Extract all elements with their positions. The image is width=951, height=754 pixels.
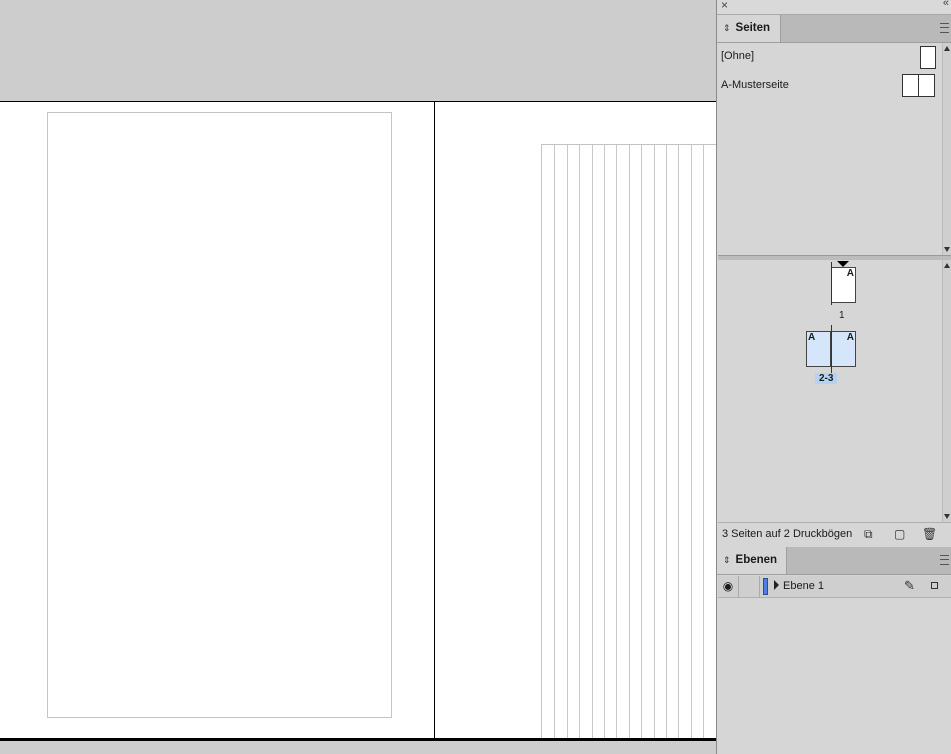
page-prefix: A	[808, 332, 816, 343]
column-guide-line	[591, 145, 593, 738]
page-prefix: A	[846, 332, 854, 343]
tab-pages[interactable]: ⇕ Seiten	[717, 15, 781, 42]
tab-toggle-icon[interactable]: ⇕	[723, 23, 731, 33]
page-thumbnail-2[interactable]: A	[806, 331, 831, 367]
master-label: [Ohne]	[721, 50, 755, 62]
page-number: 1	[839, 310, 845, 321]
column-guides	[541, 144, 717, 738]
column-guide-line	[628, 145, 630, 738]
pen-icon: ✎	[904, 578, 915, 593]
master-pages-section: [Ohne] A-Musterseite	[718, 43, 944, 255]
dock-titlebar: × «	[717, 0, 951, 15]
lock-toggle[interactable]	[739, 576, 760, 597]
layer-row[interactable]: ◉ Ebene 1 ✎	[718, 576, 951, 598]
close-icon[interactable]: ×	[721, 0, 728, 12]
document-canvas[interactable]	[0, 0, 717, 754]
column-guide-line	[678, 145, 680, 738]
panel-menu-icon[interactable]	[940, 555, 949, 565]
pages-footer: 3 Seiten auf 2 Druckbögen ⧉ ▢ 🗑	[718, 522, 951, 546]
margin-guides	[47, 112, 392, 718]
pages-status: 3 Seiten auf 2 Druckbögen	[722, 528, 853, 540]
scroll-up-icon[interactable]	[944, 263, 950, 268]
master-label: A-Musterseite	[721, 79, 789, 91]
page-thumbnail-3[interactable]: A	[831, 331, 856, 367]
page-thumbnail-1[interactable]: A	[831, 267, 856, 303]
new-page-icon[interactable]: ▢	[894, 527, 905, 541]
document-pages-section: A 1 A A 2-3	[718, 260, 944, 522]
expand-layer-icon[interactable]	[774, 580, 779, 590]
scroll-down-icon[interactable]	[944, 514, 950, 519]
column-guide-line	[554, 145, 556, 738]
spread-spine	[831, 262, 832, 305]
master-item-none[interactable]: [Ohne]	[720, 45, 942, 71]
page-prefix: A	[846, 268, 854, 279]
layer-color-swatch	[763, 578, 768, 595]
tab-layers[interactable]: ⇕ Ebenen	[717, 547, 787, 574]
spread-number[interactable]: 2-3	[815, 373, 838, 384]
column-guide-line	[690, 145, 692, 738]
spread-fold-line	[434, 102, 435, 738]
column-guide-line	[641, 145, 643, 738]
column-guide-line	[579, 145, 581, 738]
pages-scrollbar[interactable]	[942, 260, 951, 522]
collapse-icon[interactable]: «	[943, 0, 949, 9]
master-item-a[interactable]: A-Musterseite	[720, 74, 942, 100]
edit-page-size-icon[interactable]: ⧉	[864, 527, 873, 542]
column-guide-line	[604, 145, 605, 738]
layers-tabbar: ⇕ Ebenen	[717, 547, 951, 575]
pages-tabbar: ⇕ Seiten	[717, 15, 951, 43]
column-guide-line	[616, 145, 618, 738]
column-guide-line	[703, 145, 705, 738]
column-guide-line	[653, 145, 655, 738]
column-guide-line	[566, 145, 568, 738]
scroll-up-icon[interactable]	[944, 46, 950, 51]
panel-menu-icon[interactable]	[940, 23, 949, 33]
layer-name[interactable]: Ebene 1	[783, 580, 824, 592]
spread-bottom-edge	[0, 738, 717, 741]
master-thumbnail[interactable]	[920, 46, 936, 69]
spread-spine	[831, 325, 832, 373]
master-thumbnail-right[interactable]	[918, 74, 935, 97]
tab-toggle-icon[interactable]: ⇕	[723, 555, 731, 565]
tab-layers-label: Ebenen	[735, 554, 778, 566]
master-thumbnail-left[interactable]	[902, 74, 919, 97]
delete-page-icon[interactable]: 🗑	[922, 527, 937, 541]
scroll-down-icon[interactable]	[944, 247, 950, 252]
layer-select-box[interactable]	[931, 582, 938, 589]
column-guide-line	[666, 145, 667, 738]
tab-pages-label: Seiten	[735, 22, 771, 34]
masters-scrollbar[interactable]	[942, 43, 951, 255]
eye-icon[interactable]: ◉	[718, 576, 739, 597]
panel-dock: × « ⇕ Seiten [Ohne] A-Musterseite A 1 A …	[716, 0, 951, 754]
